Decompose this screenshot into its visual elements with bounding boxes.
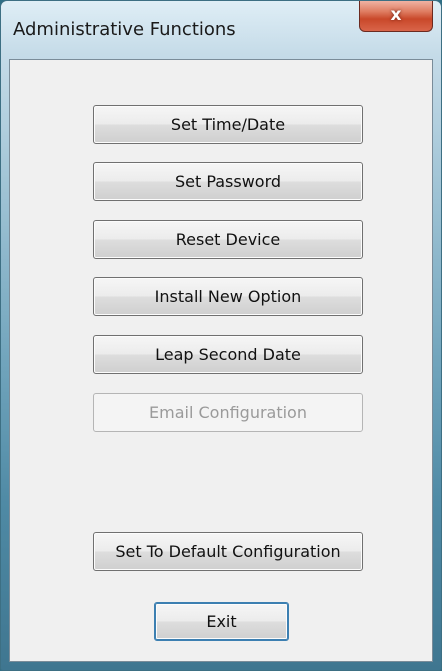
install-new-option-button[interactable]: Install New Option bbox=[93, 277, 363, 316]
window-title: Administrative Functions bbox=[13, 19, 236, 40]
reset-device-button[interactable]: Reset Device bbox=[93, 220, 363, 259]
title-bar[interactable]: Administrative Functions x bbox=[1, 1, 441, 61]
leap-second-date-button[interactable]: Leap Second Date bbox=[93, 335, 363, 374]
exit-button[interactable]: Exit bbox=[154, 602, 289, 641]
set-time-date-button[interactable]: Set Time/Date bbox=[93, 105, 363, 144]
admin-dialog-window: Administrative Functions x Set Time/Date… bbox=[0, 0, 442, 671]
set-default-configuration-button[interactable]: Set To Default Configuration bbox=[93, 532, 363, 571]
dialog-content: Set Time/Date Set Password Reset Device … bbox=[9, 59, 433, 662]
close-button[interactable]: x bbox=[359, 1, 433, 32]
email-configuration-button: Email Configuration bbox=[93, 393, 363, 432]
close-icon: x bbox=[390, 5, 402, 25]
set-password-button[interactable]: Set Password bbox=[93, 162, 363, 201]
